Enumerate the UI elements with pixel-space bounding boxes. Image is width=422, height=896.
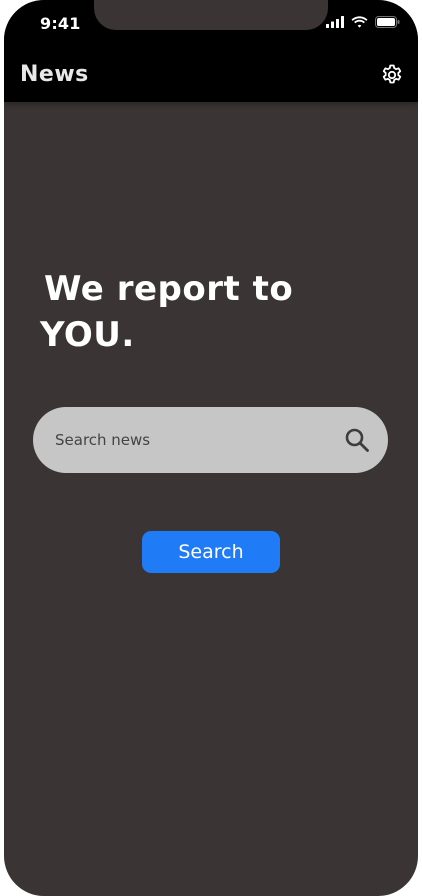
search-button[interactable]: Search [142,531,280,573]
search-icon[interactable] [344,427,370,453]
status-time: 9:41 [40,14,81,33]
notch [94,0,328,30]
status-bar: 9:41 [4,0,418,46]
gear-icon[interactable] [380,63,404,87]
page-title: News [20,62,89,87]
headline-line-1: We report to [44,269,294,309]
status-icons [326,16,400,28]
signal-icon [326,16,344,28]
headline-line-2: YOU. [40,315,135,355]
wifi-icon [351,16,368,28]
search-input[interactable] [55,407,325,473]
app-header: News [4,46,418,102]
battery-icon [375,16,400,28]
search-bar[interactable] [33,407,388,473]
phone-screen: 9:41 News We report to YOU. Search news … [4,0,418,896]
headline: We report to YOU. [40,266,360,358]
